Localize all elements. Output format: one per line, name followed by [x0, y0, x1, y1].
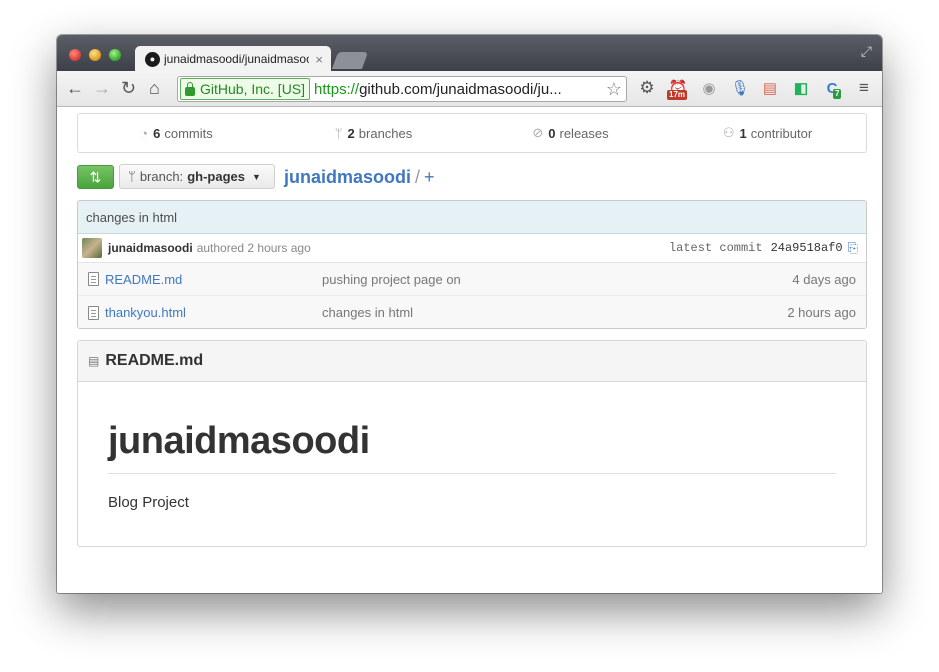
url-scheme: https:// [314, 80, 360, 98]
zoom-window-button[interactable] [109, 49, 121, 61]
stat-commits[interactable]: ◔ 6 commits [78, 114, 275, 152]
url-rest: github.com/junaidmasoodi/ju... [359, 80, 562, 98]
back-icon[interactable]: ← [66, 77, 84, 99]
file-browser: changes in html junaidmasoodi authored 2… [77, 200, 867, 329]
compare-icon: ⇅ [89, 168, 102, 185]
releases-label: releases [559, 125, 609, 141]
stat-branches[interactable]: ᛘ 2 branches [275, 114, 472, 152]
tag-icon: ⊘ [532, 125, 544, 140]
contributors-count: 1 [739, 125, 747, 141]
repo-root-link[interactable]: junaidmasoodi [284, 167, 411, 187]
url-text[interactable]: https://github.com/junaidmasoodi/ju... [314, 81, 602, 98]
readme-panel: ▤ README.md junaidmasoodi Blog Project [77, 340, 867, 547]
commit-author[interactable]: junaidmasoodi [108, 241, 193, 255]
caret-down-icon: ▼ [251, 171, 261, 182]
timer-badge: 17m [667, 90, 688, 100]
ev-certificate-badge[interactable]: GitHub, Inc. [US] [180, 78, 311, 100]
minimize-window-button[interactable] [89, 49, 101, 61]
branch-selector[interactable]: ᛘ branch: gh-pages ▼ [119, 164, 275, 189]
branches-label: branches [358, 125, 413, 141]
readme-filename: README.md [105, 352, 204, 369]
readme-header: ▤ README.md [78, 341, 866, 382]
releases-count: 0 [548, 125, 556, 141]
calendar-extension-icon[interactable]: ▤ [759, 77, 781, 99]
home-icon[interactable]: ⌂ [149, 77, 160, 99]
commits-count: 6 [153, 125, 161, 141]
breadcrumb: junaidmasoodi / + [284, 167, 435, 188]
readme-paragraph: Blog Project [108, 494, 189, 511]
history-icon: ◔ [140, 125, 149, 141]
readme-heading: junaidmasoodi [108, 420, 836, 474]
ev-label: GitHub, Inc. [US] [200, 81, 306, 97]
file-age: 2 hours ago [787, 305, 856, 320]
browser-toolbar: ← → ↻ ⌂ GitHub, Inc. [US] https://github… [57, 71, 882, 107]
latest-commit-meta: junaidmasoodi authored 2 hours ago lates… [78, 234, 866, 263]
microphone-icon[interactable]: 🎙 [729, 77, 751, 99]
browser-tab[interactable]: ● junaidmasoodi/junaidmasoodi × [135, 46, 331, 72]
c-extension-icon[interactable]: C7 [821, 77, 843, 99]
page-content: ◔ 6 commits ᛘ 2 branches ⊘ 0 releases ⚇ … [57, 107, 882, 593]
organization-icon: ⚇ [722, 125, 735, 140]
file-name-link[interactable]: README.md [105, 272, 322, 287]
branch-name: gh-pages [187, 169, 245, 184]
stat-contributors[interactable]: ⚇ 1 contributor [669, 114, 866, 152]
file-commit-message[interactable]: pushing project page on [322, 272, 792, 287]
file-age: 4 days ago [792, 271, 856, 287]
title-bar: ● junaidmasoodi/junaidmasoodi × ⤢ [57, 35, 882, 72]
pushbullet-icon[interactable]: ◧ [790, 77, 812, 99]
timer-extension-icon[interactable]: ⏰ 17m [667, 77, 689, 100]
file-icon [88, 305, 99, 320]
settings-gear-icon[interactable]: ⚙ [636, 77, 658, 99]
commits-label: commits [164, 125, 213, 141]
menu-icon[interactable]: ≡ [853, 77, 875, 99]
lock-icon [185, 81, 195, 96]
latest-commit-label: latest commit [668, 241, 763, 255]
new-tab-button[interactable] [331, 52, 369, 69]
commit-sha[interactable]: 24a9518af0 [771, 241, 843, 255]
readme-body: junaidmasoodi Blog Project [78, 382, 866, 511]
clipboard-icon[interactable]: ⎘ [848, 240, 858, 256]
forward-icon[interactable]: → [93, 77, 111, 99]
book-icon: ▤ [88, 354, 100, 368]
commit-authored-time: authored 2 hours ago [196, 241, 311, 255]
bookmark-star-icon[interactable]: ☆ [606, 79, 622, 100]
fullscreen-icon[interactable]: ⤢ [861, 43, 872, 60]
branches-count: 2 [347, 125, 355, 141]
close-window-button[interactable] [69, 49, 81, 61]
extension-count-badge: 7 [833, 89, 842, 99]
reload-icon[interactable]: ↻ [121, 77, 136, 99]
tab-close-icon[interactable]: × [315, 52, 323, 67]
file-commit-message[interactable]: changes in html [322, 305, 787, 320]
browser-window: ● junaidmasoodi/junaidmasoodi × ⤢ ← → ↻ … [57, 35, 882, 593]
commit-message-text: changes in html [86, 209, 178, 225]
file-row: README.md pushing project page on 4 days… [78, 263, 866, 296]
file-row: thankyou.html changes in html 2 hours ag… [78, 296, 866, 328]
github-icon: ● [145, 51, 160, 67]
contributors-label: contributor [750, 125, 813, 141]
stat-releases[interactable]: ⊘ 0 releases [472, 114, 669, 152]
repo-stats-bar: ◔ 6 commits ᛘ 2 branches ⊘ 0 releases ⚇ … [77, 113, 867, 153]
branch-prefix: branch: [139, 169, 184, 184]
branch-icon: ᛘ [334, 125, 343, 141]
address-bar[interactable]: GitHub, Inc. [US] https://github.com/jun… [177, 76, 627, 102]
path-separator: / [415, 167, 421, 187]
file-name-link[interactable]: thankyou.html [105, 305, 322, 320]
latest-commit-message[interactable]: changes in html [78, 201, 866, 234]
compare-review-button[interactable]: ⇅ [77, 165, 114, 189]
avatar[interactable] [82, 238, 102, 258]
branch-icon: ᛘ [128, 169, 136, 184]
tab-title: junaidmasoodi/junaidmasoodi [164, 52, 310, 66]
file-icon [88, 272, 99, 286]
add-file-button[interactable]: + [424, 167, 435, 187]
privacy-extension-icon[interactable]: ◉ [698, 77, 720, 99]
